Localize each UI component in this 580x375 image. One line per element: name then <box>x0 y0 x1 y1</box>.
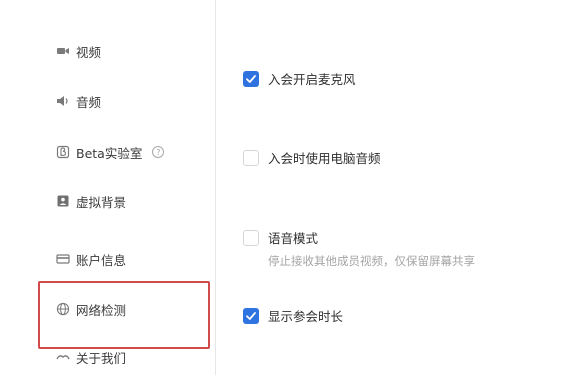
sidebar-item-label: 音频 <box>76 94 102 110</box>
option-voice-mode[interactable]: 语音模式 <box>243 228 318 247</box>
checkmark-icon <box>246 74 256 83</box>
virtual-background-icon <box>56 194 70 208</box>
checkmark-icon <box>246 311 256 320</box>
voice-mode-checkbox[interactable] <box>243 229 259 246</box>
option-show-meeting-duration[interactable]: 显示参会时长 <box>243 306 343 325</box>
network-test-highlight-box <box>38 281 210 349</box>
option-label: 入会时使用电脑音频 <box>268 151 381 166</box>
option-label: 语音模式 <box>268 231 319 246</box>
option-label: 入会开启麦克风 <box>268 72 356 87</box>
sidebar-item-label: 账户信息 <box>76 252 127 268</box>
sidebar-item-account-info[interactable]: 账户信息 <box>56 248 126 270</box>
settings-window: 视频 音频 Beta实验室 ? 虚拟背景 账户信息 网络检测 关于我们 入会开启… <box>0 0 580 375</box>
sidebar-item-audio[interactable]: 音频 <box>56 90 101 112</box>
sidebar-item-label: 视频 <box>76 44 102 60</box>
help-circle-icon[interactable]: ? <box>152 146 165 158</box>
show-duration-checkbox[interactable] <box>243 307 259 324</box>
mic-on-join-checkbox[interactable] <box>243 70 259 87</box>
sidebar-item-label: Beta实验室 <box>76 145 143 161</box>
sidebar-item-label: 关于我们 <box>76 350 127 366</box>
sidebar-item-about[interactable]: 关于我们 <box>56 346 126 368</box>
option-computer-audio-on-join[interactable]: 入会时使用电脑音频 <box>243 148 381 167</box>
computer-audio-checkbox[interactable] <box>243 149 259 166</box>
sidebar-item-video[interactable]: 视频 <box>56 40 101 62</box>
sidebar-item-beta-lab[interactable]: Beta实验室 ? <box>56 141 165 163</box>
speaker-icon <box>56 94 70 108</box>
account-card-icon <box>56 252 70 266</box>
beta-icon <box>56 145 70 159</box>
settings-sidebar: 视频 音频 Beta实验室 ? 虚拟背景 账户信息 网络检测 关于我们 <box>0 0 216 375</box>
option-label: 显示参会时长 <box>268 309 344 324</box>
settings-panel: 入会开启麦克风 入会时使用电脑音频 语音模式 停止接收其他成员视频，仅保留屏幕共… <box>217 0 580 375</box>
video-camera-icon <box>56 44 70 58</box>
sidebar-item-label: 虚拟背景 <box>76 194 127 210</box>
voice-mode-description: 停止接收其他成员视频，仅保留屏幕共享 <box>268 254 475 268</box>
option-mic-on-join[interactable]: 入会开启麦克风 <box>243 69 356 88</box>
about-icon <box>56 350 70 364</box>
sidebar-item-virtual-background[interactable]: 虚拟背景 <box>56 190 126 212</box>
